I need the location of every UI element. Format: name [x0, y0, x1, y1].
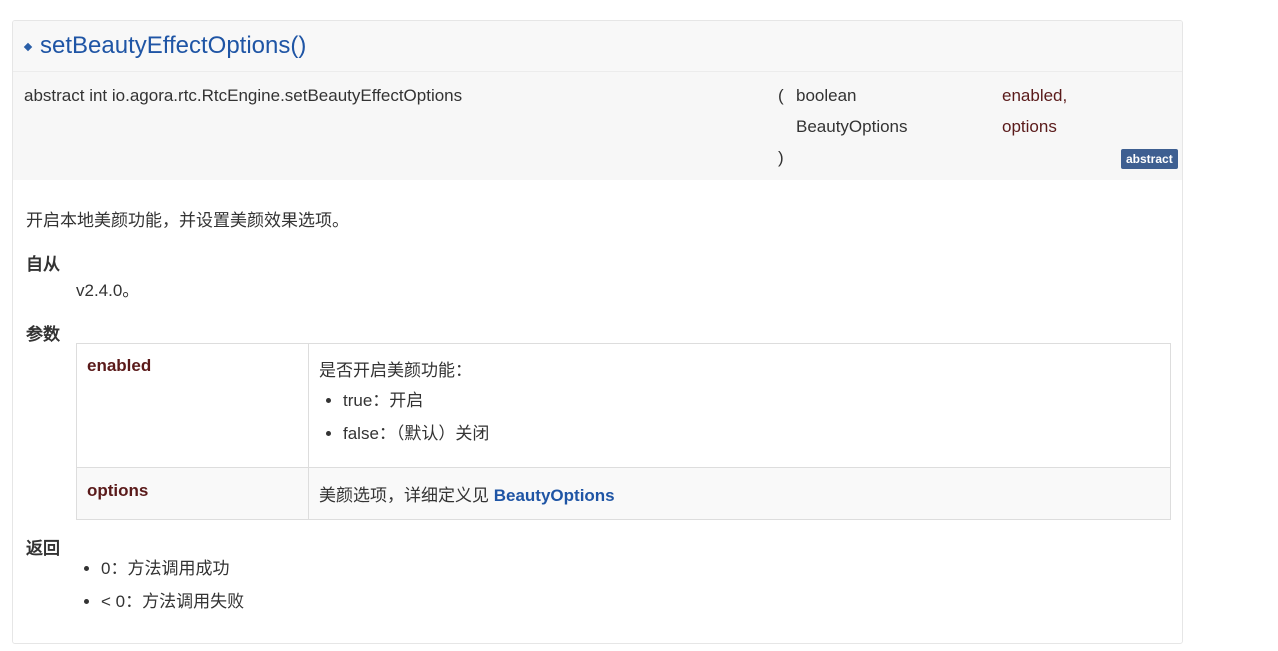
param-name-enabled: enabled,: [1002, 86, 1068, 105]
signature-paren-open: (: [778, 86, 784, 105]
param-desc-cell: 美颜选项，详细定义见 BeautyOptions: [308, 467, 1171, 520]
list-item: 0：方法调用成功: [101, 557, 244, 581]
param-type-enabled: boolean: [796, 86, 857, 105]
table-row: options 美颜选项，详细定义见 BeautyOptions: [76, 467, 1171, 520]
returns-heading: 返回: [26, 539, 60, 558]
since-value: v2.4.0。: [76, 281, 140, 300]
method-signature: abstract int io.agora.rtc.RtcEngine.setB…: [13, 72, 1182, 180]
method-card: setBeautyEffectOptions() abstract int io…: [12, 20, 1183, 644]
param-desc-text: 美颜选项，详细定义见: [319, 486, 494, 505]
beauty-options-link[interactable]: BeautyOptions: [494, 486, 615, 505]
method-description: 开启本地美颜功能，并设置美颜效果选项。: [26, 211, 349, 230]
list-item: < 0：方法调用失败: [101, 590, 244, 614]
list-item: false：（默认）关闭: [343, 422, 1160, 446]
method-title-bar: setBeautyEffectOptions(): [13, 21, 1182, 72]
params-heading: 参数: [26, 325, 60, 344]
param-name-cell: enabled: [76, 343, 309, 468]
diamond-bullet-icon: [23, 42, 33, 52]
param-options-list: true：开启 false：（默认）关闭: [319, 389, 1160, 446]
params-table: enabled 是否开启美颜功能： true：开启 false：（默认）关闭 o…: [76, 343, 1171, 520]
list-item: true：开启: [343, 389, 1160, 413]
since-heading: 自从: [26, 255, 60, 274]
param-name-cell: options: [76, 467, 309, 520]
param-name-options: options: [1002, 117, 1057, 136]
param-desc-text: 是否开启美颜功能：: [319, 361, 472, 380]
method-title[interactable]: setBeautyEffectOptions(): [40, 32, 306, 60]
signature-declaration: abstract int io.agora.rtc.RtcEngine.setB…: [24, 86, 463, 105]
returns-list: 0：方法调用成功 < 0：方法调用失败: [76, 557, 244, 623]
abstract-badge: abstract: [1121, 149, 1178, 169]
table-row: enabled 是否开启美颜功能： true：开启 false：（默认）关闭: [76, 343, 1171, 468]
param-type-options: BeautyOptions: [796, 117, 908, 136]
signature-paren-close: ): [778, 148, 784, 167]
param-desc-cell: 是否开启美颜功能： true：开启 false：（默认）关闭: [308, 343, 1171, 468]
